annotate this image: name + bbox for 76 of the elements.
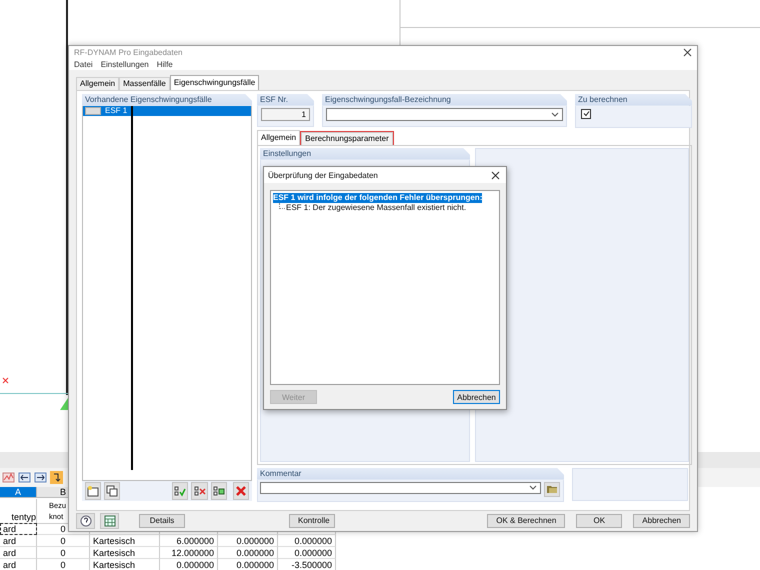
table-cell: -3.500000 bbox=[278, 559, 336, 570]
field-label: ESF Nr. bbox=[257, 94, 314, 106]
uncheck-all-button[interactable] bbox=[191, 482, 208, 500]
details-button[interactable]: Details bbox=[139, 514, 185, 528]
table-cell: 0 bbox=[37, 535, 90, 547]
swap-button[interactable] bbox=[210, 482, 227, 500]
column-header[interactable]: A bbox=[0, 487, 37, 498]
check-all-button[interactable] bbox=[172, 482, 188, 500]
tab[interactable]: Berechnungsparameter bbox=[301, 132, 393, 145]
checkbox[interactable] bbox=[581, 108, 591, 119]
table-cell: 12.000000 bbox=[160, 547, 218, 559]
table-cell: Kartesisch bbox=[90, 547, 160, 559]
delete-button[interactable] bbox=[232, 482, 250, 500]
cancel-button[interactable]: Abbrechen bbox=[633, 514, 690, 528]
new-icon bbox=[87, 484, 100, 497]
folder-icon bbox=[546, 483, 558, 496]
field-label: Eigenschwingungsfall-Bezeichnung bbox=[322, 94, 567, 106]
table-cell: ard bbox=[0, 535, 37, 547]
window-title: RF-DYNAM Pro Eingabedaten bbox=[74, 48, 182, 57]
tab[interactable]: Eigenschwingungsfälle bbox=[170, 74, 260, 90]
menu-item[interactable]: Hilfe bbox=[156, 60, 173, 69]
table-icon bbox=[104, 514, 116, 527]
folder-button[interactable] bbox=[544, 482, 560, 497]
field-label: Zu berechnen bbox=[575, 94, 692, 106]
table-cell: 0.000000 bbox=[160, 559, 218, 570]
number-field[interactable]: 1 bbox=[261, 108, 310, 121]
check-button[interactable]: Kontrolle bbox=[289, 514, 335, 528]
table-cell: ard bbox=[0, 547, 37, 559]
table-cell: Kartesisch bbox=[90, 559, 160, 570]
close-icon[interactable] bbox=[491, 170, 500, 180]
table-cell: 0.000000 bbox=[218, 559, 278, 570]
menu-item[interactable]: Datei bbox=[74, 60, 93, 69]
tree-item[interactable]: ESF 1: Der zugewiesene Massenfall existiert nicht. bbox=[286, 203, 466, 213]
table-cell: 0.000000 bbox=[218, 547, 278, 559]
new-button[interactable] bbox=[85, 482, 102, 500]
menu-item[interactable]: Einstellungen bbox=[100, 60, 149, 69]
table-cell: 0.000000 bbox=[218, 535, 278, 547]
tab[interactable]: Massenfälle bbox=[119, 76, 170, 90]
name-dropdown[interactable] bbox=[326, 108, 563, 121]
table-cell: ard bbox=[0, 523, 37, 535]
table-cell: ard bbox=[0, 559, 37, 570]
comment-dropdown[interactable] bbox=[260, 482, 541, 494]
swap-icon bbox=[212, 484, 225, 497]
jump-icon[interactable] bbox=[50, 471, 63, 484]
list-item[interactable]: ESF 1 bbox=[83, 106, 251, 116]
chevron-icon bbox=[551, 112, 559, 117]
arrow-right-icon[interactable] bbox=[34, 471, 47, 484]
table-cell: 0.000000 bbox=[278, 535, 336, 547]
field-label: Kommentar bbox=[257, 468, 564, 480]
tab[interactable]: Allgemein bbox=[257, 130, 300, 145]
copy-button[interactable] bbox=[104, 482, 120, 500]
column-subheader: tentyp bbox=[11, 512, 36, 523]
table-cell: Kartesisch bbox=[90, 535, 160, 547]
table-cell: 0 bbox=[37, 547, 90, 559]
help-button[interactable] bbox=[76, 512, 95, 529]
list-header: Vorhandene Eigenschwingungsfälle bbox=[82, 94, 252, 106]
chevron-icon bbox=[529, 485, 537, 490]
copy-icon bbox=[106, 484, 118, 497]
tree-item[interactable]: ESF 1 wird infolge der folgenden Fehler übersprungen: bbox=[273, 193, 482, 203]
check-icon bbox=[582, 110, 590, 118]
tab[interactable]: Allgemein bbox=[76, 76, 120, 90]
table-cell: 6.000000 bbox=[160, 535, 218, 547]
table-cell: 0 bbox=[37, 559, 90, 570]
cancel-button[interactable]: Abbrechen bbox=[453, 390, 500, 404]
delete-icon bbox=[234, 484, 247, 497]
calculate-button[interactable]: OK & Berechnen bbox=[487, 514, 566, 528]
ok-button[interactable]: OK bbox=[576, 514, 622, 528]
close-icon[interactable] bbox=[683, 48, 692, 57]
help-icon bbox=[80, 514, 92, 527]
section-header: Einstellungen bbox=[260, 148, 470, 160]
dialog-title: Überprüfung der Eingabedaten bbox=[268, 170, 378, 180]
table-cell: 0.000000 bbox=[278, 547, 336, 559]
uncheck-all-icon bbox=[194, 484, 206, 497]
check-all-icon bbox=[174, 484, 186, 497]
arrow-left-icon[interactable] bbox=[18, 471, 31, 484]
table-button[interactable] bbox=[100, 512, 119, 529]
